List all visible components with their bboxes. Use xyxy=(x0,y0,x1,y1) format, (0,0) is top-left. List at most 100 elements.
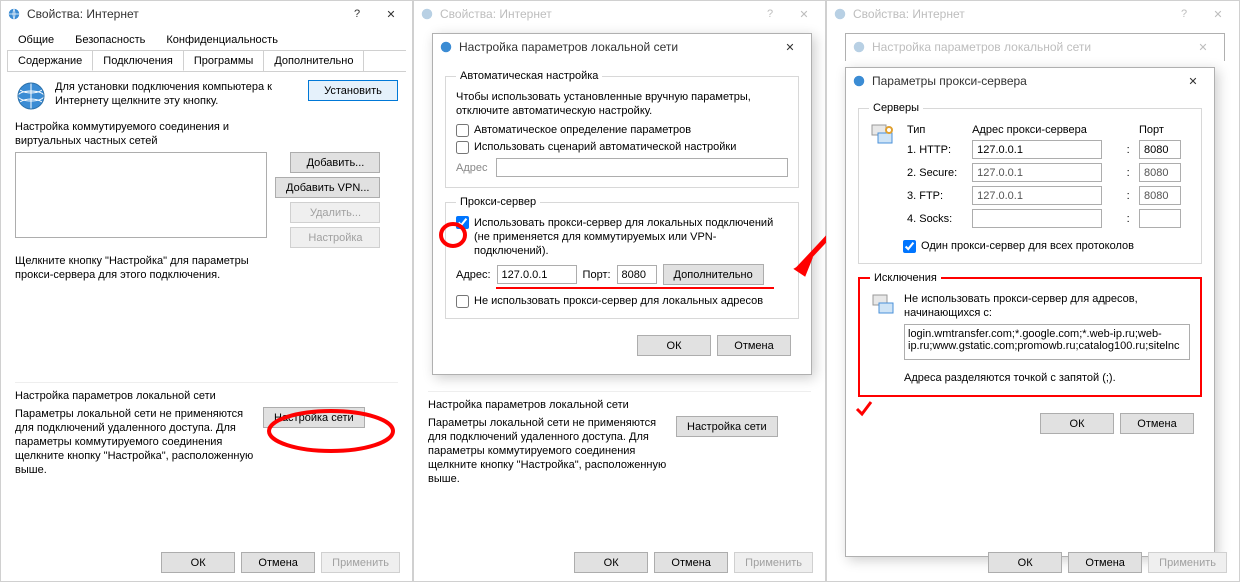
srv-port-input xyxy=(1139,163,1181,182)
proxy-addr-label: Адрес: xyxy=(456,268,491,282)
close-button-2[interactable]: ✕ xyxy=(787,2,821,26)
proxy-port-input[interactable] xyxy=(617,265,657,284)
servers-group: Серверы ТипАдрес прокси-сервераПорт 1. H… xyxy=(858,102,1202,264)
apply-button: Применить xyxy=(321,552,400,573)
setup-text: Для установки подключения компьютера к И… xyxy=(55,80,300,108)
proxy-group: Прокси-сервер Использовать прокси-сервер… xyxy=(445,196,799,319)
srv-addr-input xyxy=(972,163,1102,182)
srv-addr-input[interactable] xyxy=(972,140,1102,159)
proxy-legend: Прокси-сервер xyxy=(456,196,540,208)
tab-connections[interactable]: Подключения xyxy=(92,50,184,71)
cb-script[interactable] xyxy=(456,141,469,154)
cb-same[interactable] xyxy=(903,240,916,253)
tab-programs[interactable]: Программы xyxy=(183,50,264,71)
proxy-dlg-close[interactable]: ✕ xyxy=(1176,69,1210,93)
exc-icon xyxy=(870,292,898,320)
bg-lan-button[interactable]: Настройка сети xyxy=(676,416,778,437)
inet-icon xyxy=(7,7,21,21)
inet-icon xyxy=(852,74,866,88)
inet-props-window-3: Свойства: Интернет ? ✕ Настройка парамет… xyxy=(826,0,1240,582)
exc-textarea[interactable] xyxy=(904,324,1190,360)
close-button-3[interactable]: ✕ xyxy=(1201,2,1235,26)
dial-label: Настройка коммутируемого соединения и ви… xyxy=(15,120,285,148)
cb-auto[interactable] xyxy=(456,124,469,137)
help-button-2[interactable]: ? xyxy=(753,2,787,26)
proxy-ok[interactable]: ОК xyxy=(1040,413,1114,434)
auto-note: Чтобы использовать установленные вручную… xyxy=(456,90,788,118)
srv-type: 2. Secure: xyxy=(903,161,968,184)
dlg-close[interactable]: ✕ xyxy=(773,35,807,59)
cb-auto-label[interactable]: Автоматическое определение параметров xyxy=(456,124,691,136)
cancel-button[interactable]: Отмена xyxy=(241,552,315,573)
cb-script-label[interactable]: Использовать сценарий автоматической нас… xyxy=(456,141,736,153)
dlg-ok[interactable]: ОК xyxy=(637,335,711,356)
script-addr-label: Адрес xyxy=(456,161,488,175)
title-text-2: Свойства: Интернет xyxy=(440,7,753,21)
tab-general[interactable]: Общие xyxy=(7,29,65,50)
red-check-annotation xyxy=(854,399,874,419)
proxy-cancel[interactable]: Отмена xyxy=(1120,413,1194,434)
inet-icon xyxy=(439,40,453,54)
srv-type: 3. FTP: xyxy=(903,184,968,207)
dlg-cancel[interactable]: Отмена xyxy=(717,335,791,356)
proxy-port-label: Порт: xyxy=(583,268,611,282)
tab-content[interactable]: Содержание xyxy=(7,50,93,71)
inet-icon xyxy=(420,7,434,21)
lan-text: Параметры локальной сети не применяются … xyxy=(15,407,255,477)
dlg-title: Настройка параметров локальной сети xyxy=(459,40,773,54)
proxy-addr-input[interactable] xyxy=(497,265,577,284)
ok-button[interactable]: ОК xyxy=(161,552,235,573)
tab-privacy[interactable]: Конфиденциальность xyxy=(155,29,289,50)
inet-props-window-2: Свойства: Интернет ? ✕ Настройка парамет… xyxy=(413,0,826,582)
bg-lan-dialog: Настройка параметров локальной сети ✕ xyxy=(845,33,1225,61)
exc-note: Адреса разделяются точкой с запятой (;). xyxy=(904,371,1190,385)
cb-bypass[interactable] xyxy=(456,295,469,308)
help-button-3[interactable]: ? xyxy=(1167,2,1201,26)
srv-port-input[interactable] xyxy=(1139,140,1181,159)
tab-security[interactable]: Безопасность xyxy=(64,29,156,50)
f-apply: Применить xyxy=(734,552,813,573)
add-vpn-button[interactable]: Добавить VPN... xyxy=(275,177,380,198)
script-addr-input xyxy=(496,158,789,177)
dlg-titlebar: Настройка параметров локальной сети ✕ xyxy=(433,34,811,60)
f3-apply: Применить xyxy=(1148,552,1227,573)
col-addr: Адрес прокси-сервера xyxy=(968,122,1123,138)
inet-icon xyxy=(833,7,847,21)
inet-icon xyxy=(852,40,866,54)
f3-cancel[interactable]: Отмена xyxy=(1068,552,1142,573)
tab-advanced[interactable]: Дополнительно xyxy=(263,50,364,71)
auto-legend: Автоматическая настройка xyxy=(456,70,602,82)
srv-addr-input xyxy=(972,186,1102,205)
titlebar-2: Свойства: Интернет ? ✕ xyxy=(414,1,825,27)
col-type: Тип xyxy=(903,122,968,138)
f3-ok[interactable]: ОК xyxy=(988,552,1062,573)
cb-bypass-label[interactable]: Не использовать прокси-сервер для локаль… xyxy=(456,295,763,307)
lan-settings-button[interactable]: Настройка сети xyxy=(263,407,365,428)
f-ok[interactable]: ОК xyxy=(574,552,648,573)
add-button[interactable]: Добавить... xyxy=(290,152,380,173)
f-cancel[interactable]: Отмена xyxy=(654,552,728,573)
exc-legend: Исключения xyxy=(870,272,941,284)
cb-useproxy-label[interactable]: Использовать прокси-сервер для локальных… xyxy=(474,216,788,258)
srv-port-input xyxy=(1139,186,1181,205)
exc-label: Не использовать прокси-сервер для адресо… xyxy=(904,292,1190,320)
bg-lan-header: Настройка параметров локальной сети xyxy=(428,398,811,412)
connections-listbox[interactable] xyxy=(15,152,267,238)
lan-settings-dialog: Настройка параметров локальной сети ✕ Ав… xyxy=(432,33,812,375)
proxy-dlg-title: Параметры прокси-сервера xyxy=(872,74,1176,88)
proxy-params-dialog: Параметры прокси-сервера ✕ Серверы ТипАд… xyxy=(845,67,1215,557)
title-text-1: Свойства: Интернет xyxy=(27,7,340,21)
titlebar-3: Свойства: Интернет ? ✕ xyxy=(827,1,1239,27)
install-button[interactable]: Установить xyxy=(308,80,398,101)
cb-same-label[interactable]: Один прокси-сервер для всех протоколов xyxy=(903,240,1134,252)
srv-type: 4. Socks: xyxy=(903,207,968,230)
help-button-1[interactable]: ? xyxy=(340,2,374,26)
close-button-1[interactable]: ✕ xyxy=(374,2,408,26)
advanced-button[interactable]: Дополнительно xyxy=(663,264,764,285)
delete-button: Удалить... xyxy=(290,202,380,223)
srv-legend: Серверы xyxy=(869,102,923,114)
lan-header: Настройка параметров локальной сети xyxy=(15,389,398,403)
cb-useproxy[interactable] xyxy=(456,216,469,229)
servers-icon xyxy=(869,122,897,150)
title-text-3: Свойства: Интернет xyxy=(853,7,1167,21)
